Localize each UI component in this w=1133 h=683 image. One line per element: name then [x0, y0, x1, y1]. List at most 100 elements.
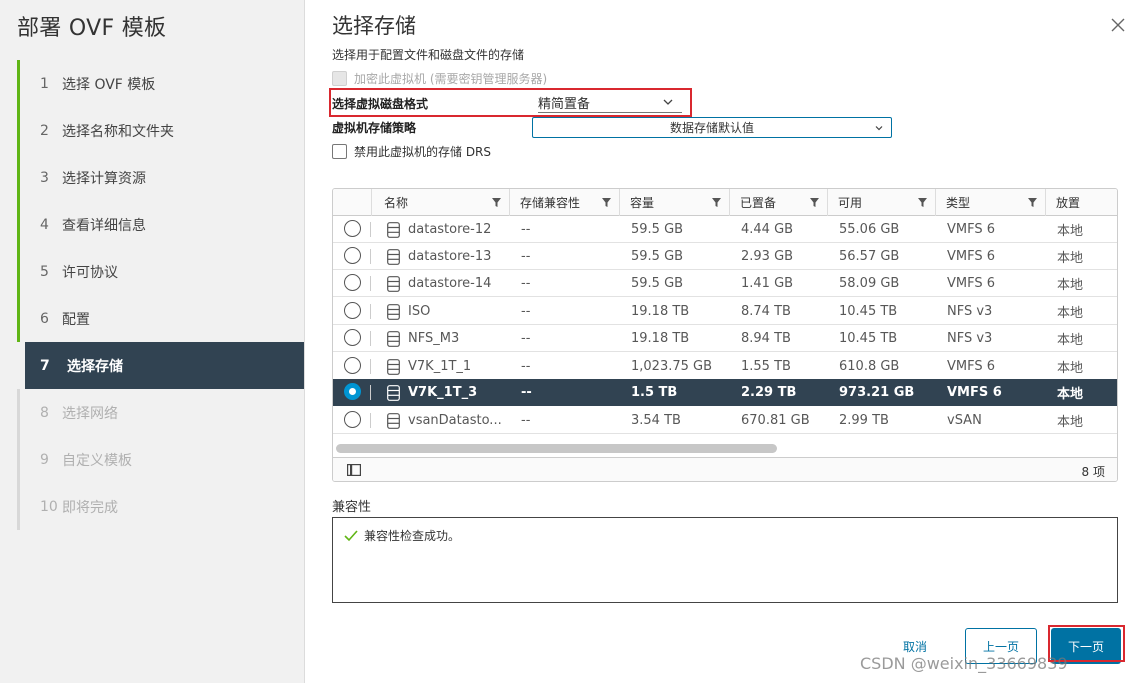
column-header-label: 类型 [946, 196, 971, 210]
table-row[interactable]: datastore-13 -- 59.5 GB 2.93 GB 56.57 GB VMFS… [333, 243, 1117, 270]
cell-capacity: 3.54 TB [631, 407, 727, 434]
row-radio-button[interactable] [344, 383, 361, 400]
column-header-label: 存储兼容性 [520, 196, 581, 210]
cell-text: VMFS 6 [947, 359, 996, 374]
filter-icon[interactable] [810, 198, 819, 207]
cell-type: NFS v3 [947, 298, 1043, 325]
row-radio-button[interactable] [344, 357, 361, 374]
datastore-icon [387, 384, 400, 401]
chevron-down-icon [663, 99, 673, 105]
disable-drs-label: 禁用此虚拟机的存储 DRS [354, 145, 492, 159]
cell-text: 670.81 GB [741, 413, 810, 428]
page-title: 选择存储 [332, 14, 416, 38]
row-radio-button[interactable] [344, 220, 361, 237]
row-radio-button[interactable] [344, 302, 361, 319]
table-row[interactable]: datastore-14 -- 59.5 GB 1.41 GB 58.09 GB VMFS… [333, 270, 1117, 297]
column-header-provisioned[interactable]: 已置备 [729, 189, 827, 216]
filter-icon[interactable] [918, 198, 927, 207]
close-icon[interactable] [1109, 16, 1127, 34]
cell-text: VMFS 6 [947, 249, 996, 264]
wizard-step-7[interactable]: 7 选择存储 [25, 342, 304, 389]
cell-free: 610.8 GB [839, 353, 933, 380]
table-row[interactable]: V7K_1T_1 -- 1,023.75 GB 1.55 TB 610.8 GB VMFS… [333, 353, 1117, 380]
wizard-step-label: 查看详细信息 [62, 217, 146, 234]
wizard-step-2[interactable]: 2 选择名称和文件夹 [17, 107, 304, 154]
filter-icon[interactable] [712, 198, 721, 207]
wizard-step-label: 配置 [62, 311, 90, 328]
wizard-step-5[interactable]: 5 许可协议 [17, 248, 304, 295]
cell-text: 1.55 TB [741, 359, 791, 374]
wizard-title: 部署 OVF 模板 [17, 16, 167, 41]
wizard-step-number: 3 [40, 169, 49, 186]
encrypt-vm-checkbox [332, 71, 347, 86]
compatibility-message: 兼容性检查成功。 [344, 527, 460, 544]
column-header-label: 容量 [630, 196, 655, 210]
row-radio-button[interactable] [344, 411, 361, 428]
cell-text: 58.09 GB [839, 276, 900, 291]
cell-placement: 本地 [1057, 379, 1117, 406]
table-row[interactable]: V7K_1T_3 -- 1.5 TB 2.29 TB 973.21 GB VMFS 6 本地 [333, 379, 1117, 406]
cell-text: VMFS 6 [947, 276, 996, 291]
row-separator [370, 304, 371, 319]
cell-text: vsanDatasto... [408, 413, 502, 428]
cell-text: 19.18 TB [631, 331, 690, 346]
wizard-step-1[interactable]: 1 选择 OVF 模板 [17, 60, 304, 107]
cell-provisioned: 2.93 GB [741, 243, 825, 270]
disable-drs-option[interactable]: 禁用此虚拟机的存储 DRS [332, 143, 491, 160]
column-header-type[interactable]: 类型 [935, 189, 1045, 216]
column-header-name[interactable]: 名称 [371, 189, 509, 216]
filter-icon[interactable] [1028, 198, 1037, 207]
cell-provisioned: 8.74 TB [741, 298, 825, 325]
cell-compatibility: -- [521, 270, 617, 297]
cell-text: V7K_1T_1 [408, 359, 472, 374]
row-radio-button[interactable] [344, 247, 361, 264]
cell-placement: 本地 [1057, 353, 1117, 380]
table-row[interactable]: datastore-12 -- 59.5 GB 4.44 GB 55.06 GB VMFS… [333, 216, 1117, 243]
column-toggle-icon[interactable] [347, 464, 361, 476]
wizard-step-label: 选择 OVF 模板 [62, 76, 156, 93]
table-row[interactable]: ISO -- 19.18 TB 8.74 TB 10.45 TB NFS v3 本地 [333, 298, 1117, 325]
row-separator [370, 276, 371, 291]
column-header-placement[interactable]: 放置 [1045, 189, 1117, 216]
cell-text: datastore-12 [408, 222, 492, 237]
cell-text: 2.29 TB [741, 385, 797, 400]
horizontal-scrollbar[interactable] [336, 444, 777, 453]
filter-icon[interactable] [492, 198, 501, 207]
wizard-step-label: 自定义模板 [62, 452, 132, 469]
storage-policy-select[interactable]: 数据存储默认值 [532, 117, 892, 138]
table-row[interactable]: vsanDatasto... -- 3.54 TB 670.81 GB 2.99 TB v… [333, 407, 1117, 434]
table-row[interactable]: NFS_M3 -- 19.18 TB 8.94 TB 10.45 TB NFS v3 本地 [333, 325, 1117, 352]
cell-text: -- [521, 359, 531, 374]
wizard-step-number: 10 [40, 498, 58, 515]
wizard-step-number: 9 [40, 451, 49, 468]
cell-text: 59.5 GB [631, 276, 684, 291]
column-header-label: 可用 [838, 196, 863, 210]
wizard-step-6[interactable]: 6 配置 [17, 295, 304, 342]
cell-name: V7K_1T_3 [387, 379, 511, 406]
cell-text: 610.8 GB [839, 359, 900, 374]
storage-policy-value: 数据存储默认值 [669, 121, 754, 135]
disk-format-select[interactable]: 精简置备 [538, 92, 682, 113]
cell-type: VMFS 6 [947, 379, 1043, 406]
column-header-capacity[interactable]: 容量 [619, 189, 729, 216]
cell-capacity: 1,023.75 GB [631, 353, 727, 380]
column-header-label: 名称 [384, 196, 409, 210]
column-header-compatibility[interactable]: 存储兼容性 [509, 189, 619, 216]
cell-compatibility: -- [521, 243, 617, 270]
wizard-step-3[interactable]: 3 选择计算资源 [17, 154, 304, 201]
disk-format-value: 精简置备 [538, 96, 591, 112]
wizard-step-number: 6 [40, 310, 49, 327]
row-radio-button[interactable] [344, 274, 361, 291]
wizard-step-4[interactable]: 4 查看详细信息 [17, 201, 304, 248]
filter-icon[interactable] [602, 198, 611, 207]
grid-footer: 8 项 [333, 457, 1117, 481]
cell-compatibility: -- [521, 298, 617, 325]
cell-free: 2.99 TB [839, 407, 933, 434]
cell-text: NFS v3 [947, 331, 993, 346]
disable-drs-checkbox[interactable] [332, 144, 347, 159]
row-radio-button[interactable] [344, 329, 361, 346]
column-header-free[interactable]: 可用 [827, 189, 935, 216]
cell-provisioned: 1.41 GB [741, 270, 825, 297]
wizard-step-number: 7 [40, 357, 50, 374]
cell-type: VMFS 6 [947, 243, 1043, 270]
